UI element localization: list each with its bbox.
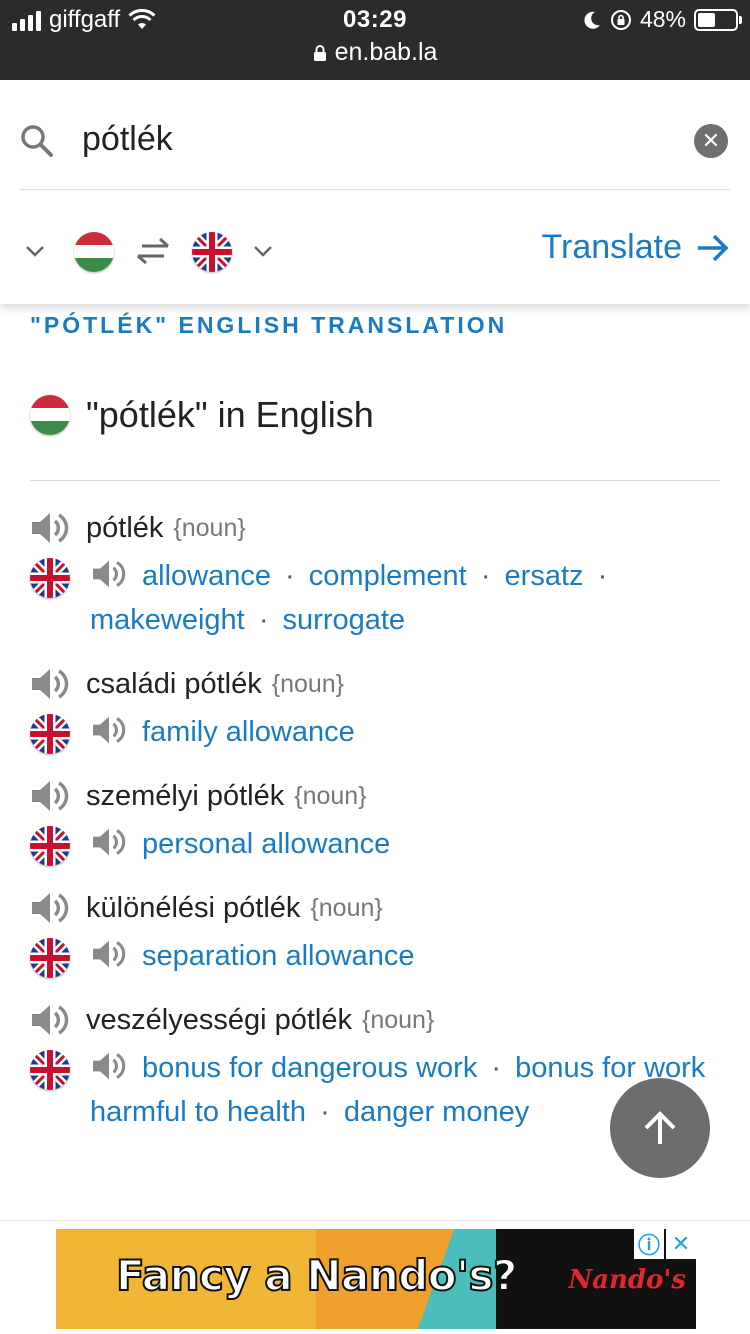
speaker-icon[interactable] (30, 666, 70, 702)
uk-flag-icon (30, 558, 70, 598)
translation-link[interactable]: bonus for dangerous work (142, 1052, 477, 1084)
search-row: ✕ (20, 80, 730, 190)
translate-button[interactable]: Translate (542, 228, 730, 267)
chevron-down-icon[interactable] (24, 240, 46, 262)
ad-headline: Fancy a Nando's? (115, 1250, 518, 1301)
battery-icon (694, 8, 742, 31)
hungary-flag-icon (30, 395, 70, 435)
part-of-speech: {noun} (310, 893, 383, 922)
translations: family allowance (30, 710, 720, 754)
source-term: pótlék {noun} (30, 502, 720, 554)
close-icon: ✕ (701, 128, 721, 153)
battery-percent: 48% (639, 6, 686, 32)
orientation-lock-icon (610, 9, 631, 30)
term-text[interactable]: pótlék (86, 512, 163, 545)
translation-link[interactable]: personal allowance (142, 828, 390, 860)
swap-languages-icon[interactable] (134, 236, 172, 266)
part-of-speech: {noun} (271, 669, 345, 698)
uk-flag-icon (30, 826, 70, 866)
close-icon[interactable]: ✕ (666, 1229, 696, 1259)
term-text[interactable]: különélési pótlék (86, 892, 300, 925)
separator: · (491, 1052, 502, 1084)
ad-brand: Nando's (568, 1265, 686, 1295)
speaker-icon[interactable] (90, 714, 128, 746)
translation-list: pótlék {noun} allowance · complement · e… (30, 502, 720, 1150)
translation-link[interactable]: separation allowance (142, 940, 414, 972)
chevron-down-icon[interactable] (252, 240, 274, 262)
part-of-speech: {noun} (173, 513, 246, 542)
translation-link[interactable]: ersatz (505, 560, 584, 592)
status-bar: giffgaff 03:29 en.bab.la 48% (0, 0, 750, 80)
term-text[interactable]: személyi pótlék (86, 780, 284, 813)
translation-link[interactable]: family allowance (142, 716, 355, 748)
separator: · (320, 1096, 330, 1128)
url-text: en.bab.la (334, 38, 438, 66)
term-text[interactable]: családi pótlék (86, 668, 262, 701)
translation-link[interactable]: surrogate (283, 604, 406, 636)
search-icon[interactable] (20, 124, 54, 158)
translate-label: Translate (541, 228, 682, 266)
arrow-right-icon (698, 234, 729, 261)
translation-link[interactable]: complement (309, 560, 467, 592)
translations: separation allowance (30, 934, 720, 978)
hungary-flag-icon (74, 232, 114, 272)
translation-link[interactable]: makeweight (90, 604, 245, 636)
source-term: családi pótlék {noun} (30, 658, 720, 710)
ad-creative[interactable]: Fancy a Nando's? Nando's ⓘ ✕ (56, 1229, 696, 1329)
ad-banner: Fancy a Nando's? Nando's ⓘ ✕ (0, 1220, 750, 1334)
arrow-up-icon (644, 1111, 676, 1144)
battery-level (698, 12, 716, 27)
part-of-speech: {noun} (294, 781, 367, 810)
separator: · (480, 560, 491, 592)
speaker-icon[interactable] (90, 938, 128, 970)
speaker-icon[interactable] (30, 1002, 70, 1038)
uk-flag-icon (192, 232, 232, 272)
language-selector: Translate (20, 192, 730, 304)
speaker-icon[interactable] (30, 510, 70, 546)
section-title: "PÓTLÉK" ENGLISH TRANSLATION (30, 312, 508, 338)
translation-entry: különélési pótlék {noun} separation allo… (30, 882, 720, 978)
translation-entry: pótlék {noun} allowance · complement · e… (30, 502, 720, 642)
translations: allowance · complement · ersatz · makewe… (30, 554, 720, 642)
speaker-icon[interactable] (90, 558, 128, 590)
source-term: különélési pótlék {noun} (30, 882, 720, 934)
address-bar[interactable]: en.bab.la (0, 38, 750, 67)
translation-entry: családi pótlék {noun} family allowance (30, 658, 720, 754)
separator: · (258, 604, 269, 636)
translations: personal allowance (30, 822, 720, 866)
lock-icon (313, 44, 326, 61)
search-input[interactable] (82, 116, 642, 162)
language-heading-text: "pótlék" in English (86, 394, 374, 435)
separator: · (597, 560, 608, 592)
scroll-to-top-button[interactable] (610, 1078, 710, 1178)
translation-link[interactable]: danger money (344, 1096, 529, 1128)
term-text[interactable]: veszélyességi pótlék (86, 1004, 352, 1037)
part-of-speech: {noun} (361, 1005, 435, 1034)
moon-icon (584, 11, 600, 29)
uk-flag-icon (30, 938, 70, 978)
target-language-button[interactable] (192, 232, 232, 272)
uk-flag-icon (30, 714, 70, 754)
divider (30, 480, 720, 481)
source-language-button[interactable] (74, 232, 114, 272)
source-term: személyi pótlék {noun} (30, 770, 720, 822)
speaker-icon[interactable] (90, 1050, 128, 1082)
separator: · (285, 560, 295, 592)
uk-flag-icon (30, 1050, 70, 1090)
status-right: 48% (582, 6, 742, 33)
translation-entry: személyi pótlék {noun} personal allowanc… (30, 770, 720, 866)
translation-link[interactable]: allowance (142, 560, 271, 592)
clear-search-button[interactable]: ✕ (694, 124, 728, 158)
language-heading: "pótlék" in English (30, 394, 374, 436)
search-panel: ✕ (0, 80, 750, 304)
speaker-icon[interactable] (30, 778, 70, 814)
info-icon[interactable]: ⓘ (634, 1229, 664, 1259)
speaker-icon[interactable] (90, 826, 128, 858)
source-term: veszélyességi pótlék {noun} (30, 994, 720, 1046)
speaker-icon[interactable] (30, 890, 70, 926)
